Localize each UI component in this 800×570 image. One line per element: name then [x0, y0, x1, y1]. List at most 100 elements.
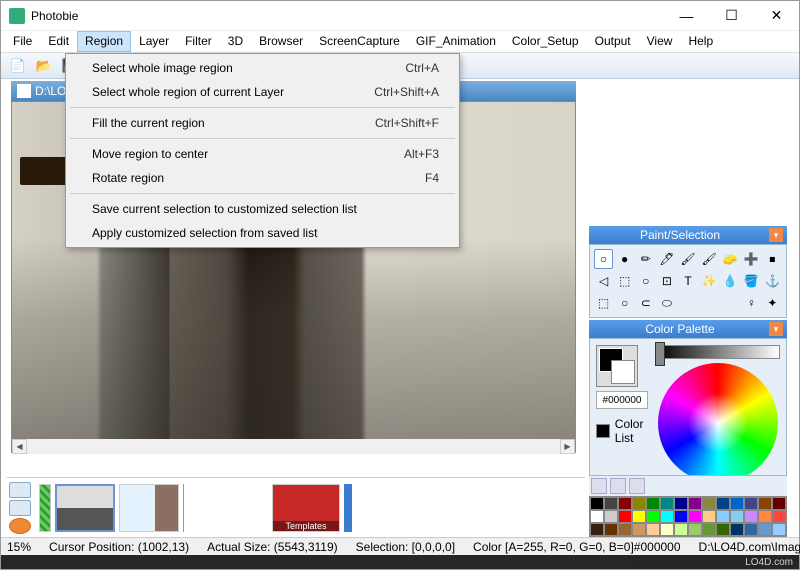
swatch-tool-3[interactable]: [629, 478, 645, 494]
menu-3d[interactable]: 3D: [220, 31, 251, 52]
menu-color-setup[interactable]: Color_Setup: [504, 31, 587, 52]
horizontal-scrollbar[interactable]: ◀ ▶: [12, 439, 575, 454]
color-swatch-29[interactable]: [604, 523, 618, 536]
color-swatch-24[interactable]: [730, 510, 744, 523]
paint-tool-0-7[interactable]: ➕: [742, 249, 761, 269]
color-hex-value[interactable]: #000000: [596, 391, 648, 409]
menu-edit[interactable]: Edit: [40, 31, 77, 52]
color-swatch-40[interactable]: [758, 523, 772, 536]
color-swatch-25[interactable]: [744, 510, 758, 523]
color-swatch-33[interactable]: [660, 523, 674, 536]
color-swatch-5[interactable]: [660, 497, 674, 510]
color-swatch-2[interactable]: [618, 497, 632, 510]
color-swatch-37[interactable]: [716, 523, 730, 536]
color-swatch-20[interactable]: [674, 510, 688, 523]
color-swatch-0[interactable]: [590, 497, 604, 510]
thumbnail-2[interactable]: [119, 484, 179, 532]
paint-tool-2-5[interactable]: [700, 293, 719, 313]
color-panel-title[interactable]: Color Palette ▾: [589, 320, 787, 338]
color-swatch-8[interactable]: [702, 497, 716, 510]
thumb-view-button-2[interactable]: [9, 500, 31, 516]
menu-help[interactable]: Help: [680, 31, 721, 52]
color-swatch-39[interactable]: [744, 523, 758, 536]
paint-tool-1-7[interactable]: 🪣: [742, 271, 761, 291]
paint-tool-1-3[interactable]: ⊡: [657, 271, 676, 291]
thumbnail-marker[interactable]: [39, 484, 51, 532]
paint-tool-1-6[interactable]: 💧: [721, 271, 740, 291]
paint-tool-2-1[interactable]: ○: [615, 293, 634, 313]
scroll-left-button[interactable]: ◀: [12, 439, 27, 454]
color-swatch-4[interactable]: [646, 497, 660, 510]
paint-tool-0-3[interactable]: 🖊: [657, 249, 676, 269]
color-swatch-11[interactable]: [744, 497, 758, 510]
menu-item-rotate-region[interactable]: Rotate regionF4: [68, 166, 457, 190]
color-swatch-6[interactable]: [674, 497, 688, 510]
color-swatch-1[interactable]: [604, 497, 618, 510]
color-swatch-38[interactable]: [730, 523, 744, 536]
color-swatch-17[interactable]: [632, 510, 646, 523]
color-swatch-27[interactable]: [772, 510, 786, 523]
paint-panel-title[interactable]: Paint/Selection ▾: [589, 226, 787, 244]
scroll-right-button[interactable]: ▶: [560, 439, 575, 454]
menu-region[interactable]: Region: [77, 31, 131, 52]
color-swatch-16[interactable]: [618, 510, 632, 523]
color-swatch-3[interactable]: [632, 497, 646, 510]
color-swatch-32[interactable]: [646, 523, 660, 536]
paint-tool-0-6[interactable]: 🧽: [721, 249, 740, 269]
menu-screencapture[interactable]: ScreenCapture: [311, 31, 408, 52]
paint-tool-1-1[interactable]: ⬚: [615, 271, 634, 291]
menu-layer[interactable]: Layer: [131, 31, 177, 52]
open-file-button[interactable]: 📂: [33, 55, 55, 77]
close-button[interactable]: ✕: [754, 1, 799, 30]
color-swatch-18[interactable]: [646, 510, 660, 523]
paint-tool-1-0[interactable]: ◁: [594, 271, 613, 291]
paint-tool-2-7[interactable]: ♀: [742, 293, 761, 313]
color-swatch-15[interactable]: [604, 510, 618, 523]
paint-tool-0-8[interactable]: ⏹: [763, 249, 782, 269]
color-swatch-35[interactable]: [688, 523, 702, 536]
color-swatch-28[interactable]: [590, 523, 604, 536]
thumb-delete-button[interactable]: [9, 518, 31, 534]
paint-tool-2-4[interactable]: [678, 293, 697, 313]
color-swatch-26[interactable]: [758, 510, 772, 523]
paint-tool-1-4[interactable]: T: [678, 271, 697, 291]
thumbnail-1[interactable]: [55, 484, 115, 532]
brightness-slider[interactable]: [656, 345, 780, 359]
swatch-tool-2[interactable]: [610, 478, 626, 494]
panel-collapse-icon[interactable]: ▾: [769, 322, 783, 336]
color-swatch-30[interactable]: [618, 523, 632, 536]
paint-tool-2-8[interactable]: ✦: [763, 293, 782, 313]
paint-tool-0-5[interactable]: 🖌: [700, 249, 719, 269]
menu-item-select-whole-image-region[interactable]: Select whole image regionCtrl+A: [68, 56, 457, 80]
paint-tool-1-5[interactable]: ✨: [700, 271, 719, 291]
menu-item-move-region-to-center[interactable]: Move region to centerAlt+F3: [68, 142, 457, 166]
color-swatch-23[interactable]: [716, 510, 730, 523]
menu-file[interactable]: File: [5, 31, 40, 52]
color-swatch-10[interactable]: [730, 497, 744, 510]
color-swatch-22[interactable]: [702, 510, 716, 523]
thumbnail-list[interactable]: [35, 480, 585, 536]
paint-tool-2-0[interactable]: ⬚: [594, 293, 613, 313]
new-file-button[interactable]: 📄: [7, 55, 29, 77]
color-list-swatch[interactable]: [596, 424, 610, 438]
color-swatch-7[interactable]: [688, 497, 702, 510]
color-swatch-36[interactable]: [702, 523, 716, 536]
color-swatch-12[interactable]: [758, 497, 772, 510]
color-swatch-19[interactable]: [660, 510, 674, 523]
minimize-button[interactable]: —: [664, 1, 709, 30]
menu-view[interactable]: View: [639, 31, 681, 52]
menu-filter[interactable]: Filter: [177, 31, 220, 52]
color-swatch-34[interactable]: [674, 523, 688, 536]
paint-tool-0-4[interactable]: 🖌: [678, 249, 697, 269]
thumb-view-button-1[interactable]: [9, 482, 31, 498]
color-swatch-14[interactable]: [590, 510, 604, 523]
color-swatch-31[interactable]: [632, 523, 646, 536]
paint-tool-1-2[interactable]: ○: [636, 271, 655, 291]
menu-browser[interactable]: Browser: [251, 31, 311, 52]
thumbnail-edge[interactable]: [344, 484, 352, 532]
panel-collapse-icon[interactable]: ▾: [769, 228, 783, 242]
paint-tool-0-1[interactable]: ●: [615, 249, 634, 269]
menu-gif-animation[interactable]: GIF_Animation: [408, 31, 504, 52]
paint-tool-2-3[interactable]: ⬭: [657, 293, 676, 313]
color-swatch-13[interactable]: [772, 497, 786, 510]
